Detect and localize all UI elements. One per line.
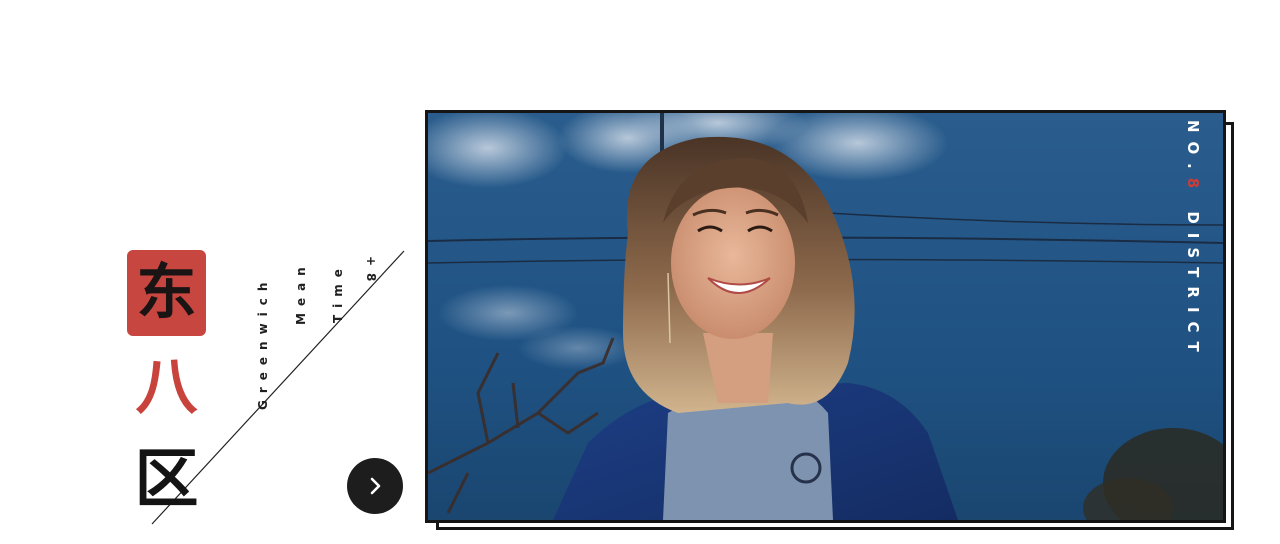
- subtitle-mean: Mean: [294, 260, 308, 325]
- district-suffix: DISTRICT: [1184, 197, 1202, 361]
- district-prefix: NO.: [1184, 120, 1202, 178]
- subtitle-plus8: +8: [364, 256, 378, 289]
- subtitle-time: Time: [331, 262, 345, 323]
- portrait-photo: [425, 110, 1226, 523]
- title-char-ba: 八: [135, 350, 198, 423]
- subtitle-greenwich: Greenwich: [256, 275, 270, 410]
- chevron-right-icon: [370, 477, 381, 495]
- district-number: 8: [1184, 177, 1202, 198]
- title-char-dong: 东: [127, 250, 206, 336]
- next-button[interactable]: [347, 458, 403, 514]
- title-char-qu: 区: [134, 442, 199, 517]
- district-label: NO.8 DISTRICT: [1184, 120, 1202, 361]
